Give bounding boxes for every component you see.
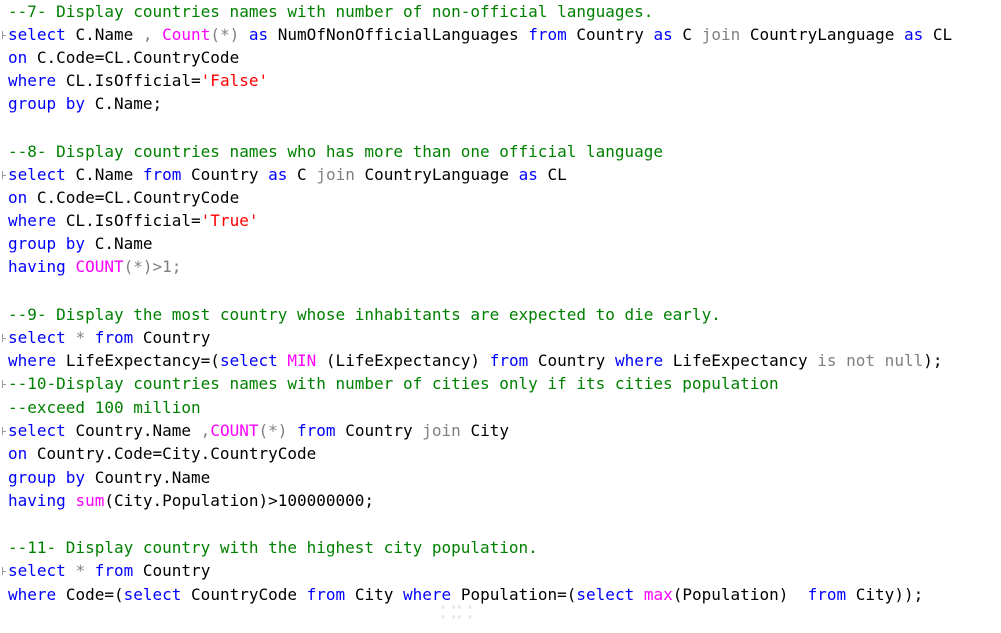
fold-marker-icon[interactable] [0,559,8,582]
code-line: select * from Country [8,328,211,347]
code-line: group by Country.Name [8,468,211,487]
comment-line: --7- Display countries names with number… [8,2,654,21]
code-line: where Code=(select CountryCode from City… [8,585,924,604]
code-line: on C.Code=CL.CountryCode [8,48,240,67]
code-line: where CL.IsOfficial='True' [8,211,259,230]
fold-marker-icon[interactable] [0,419,8,442]
code-line: select Country.Name ,COUNT(*) from Count… [8,421,509,440]
code-line: where LifeExpectancy=(select MIN (LifeEx… [8,351,943,370]
fold-marker-icon[interactable] [0,372,8,395]
fold-marker-icon[interactable] [0,326,8,349]
code-line: having sum(City.Population)>100000000; [8,491,375,510]
fold-marker-icon[interactable] [0,163,8,186]
comment-line: --9- Display the most country whose inha… [8,305,721,324]
code-line: on C.Code=CL.CountryCode [8,188,240,207]
code-line: group by C.Name; [8,94,163,113]
fold-marker-icon[interactable] [0,23,8,46]
comment-line: --11- Display country with the highest c… [8,538,538,557]
code-line: select * from Country [8,561,211,580]
code-line: where CL.IsOfficial='False' [8,71,269,90]
sql-query-editor[interactable]: --7- Display countries names with number… [0,0,1001,633]
code-line: select C.Name , Count(*) as NumOfNonOffi… [8,25,953,44]
comment-line: --10-Display countries names with number… [8,374,779,393]
code-line: on Country.Code=City.CountryCode [8,444,317,463]
comment-line: --8- Display countries names who has mor… [8,142,664,161]
code-line: having COUNT(*)>1; [8,257,182,276]
comment-line: --exceed 100 million [8,398,201,417]
code-line: group by C.Name [8,234,153,253]
code-line: select C.Name from Country as C join Cou… [8,165,567,184]
